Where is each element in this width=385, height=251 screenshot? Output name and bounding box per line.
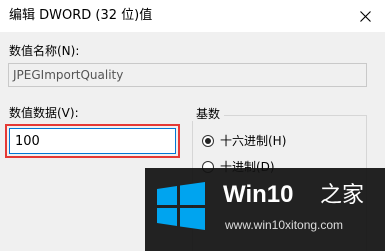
value-data-label: 数值数据(V):	[9, 106, 79, 120]
win10-watermark: Win10 之家 www.win10xitong.com	[145, 168, 385, 251]
close-icon	[359, 10, 371, 22]
title-bar: 编辑 DWORD (32 位)值	[0, 0, 385, 32]
edit-dword-dialog: 编辑 DWORD (32 位)值 数值名称(N): JPEGImportQual…	[0, 0, 385, 251]
close-button[interactable]	[345, 0, 385, 32]
radio-button-selected	[202, 135, 214, 147]
radio-hexadecimal-label: 十六进制(H)	[220, 134, 287, 148]
value-data-input[interactable]	[9, 128, 176, 154]
radio-hexadecimal[interactable]: 十六进制(H)	[202, 134, 286, 148]
watermark-suffix: 之家	[320, 183, 365, 208]
value-name-field: JPEGImportQuality	[8, 63, 367, 87]
base-group-label: 基数	[192, 107, 225, 121]
dialog-title: 编辑 DWORD (32 位)值	[9, 8, 153, 23]
watermark-brand: Win10	[223, 181, 294, 208]
windows-logo-icon	[157, 182, 205, 230]
value-name-label: 数值名称(N):	[9, 44, 80, 58]
watermark-url: www.win10xitong.com	[225, 218, 344, 232]
